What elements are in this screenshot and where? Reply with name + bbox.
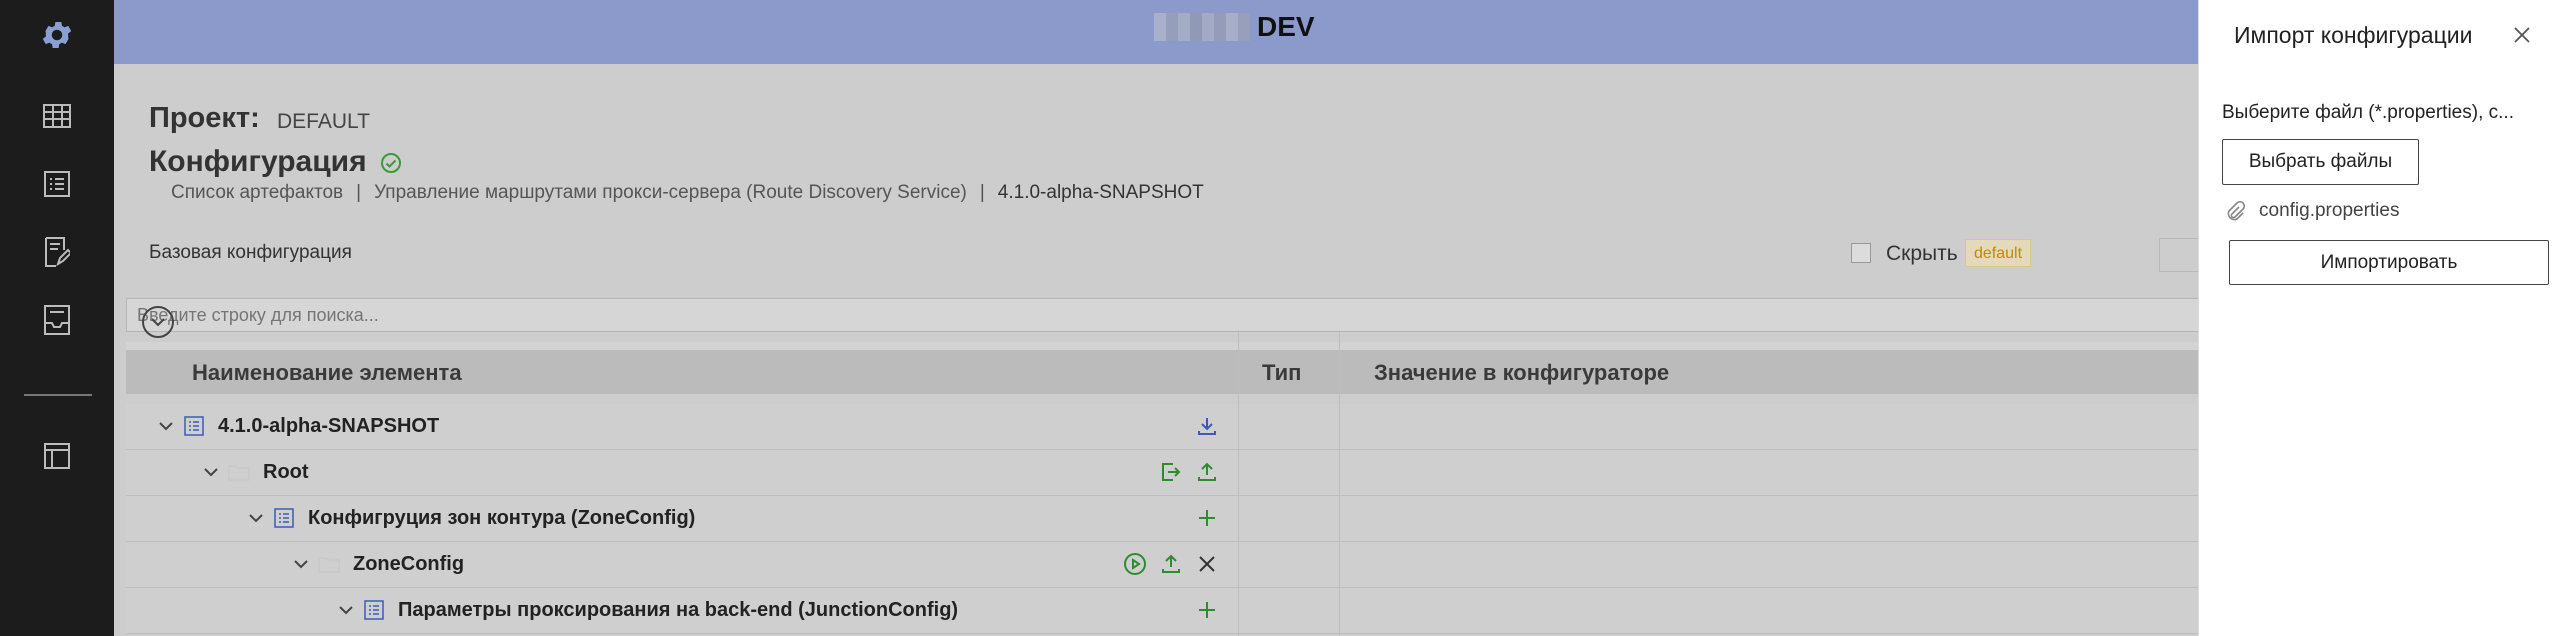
- row-label: 4.1.0-alpha-SNAPSHOT: [218, 415, 440, 437]
- breadcrumb-separator: |: [356, 182, 362, 203]
- row-label: ZoneConfig: [353, 553, 465, 575]
- table-row[interactable]: Конфигруция зон контура (ZoneConfig): [126, 496, 2198, 542]
- layout-icon[interactable]: [37, 436, 77, 476]
- breadcrumb-separator: |: [979, 182, 985, 203]
- column-divider: [1238, 330, 1239, 636]
- table-header: Наименование элемента Тип Значение в кон…: [126, 350, 2211, 394]
- column-header-name[interactable]: Наименование элемента: [192, 360, 462, 386]
- play-icon[interactable]: [1122, 551, 1148, 577]
- chevron-down-icon[interactable]: [246, 508, 266, 528]
- import-button[interactable]: Импортировать: [2229, 240, 2549, 285]
- selected-file-name: config.properties: [2259, 200, 2400, 221]
- list-icon: [362, 598, 386, 622]
- breadcrumb: Список артефактов | Управление маршрутами …: [171, 182, 1204, 204]
- list-icon: [182, 414, 206, 438]
- choose-files-button[interactable]: Выбрать файлы: [2222, 139, 2419, 185]
- column-header-type[interactable]: Тип: [1262, 360, 1301, 386]
- chevron-down-icon[interactable]: [156, 416, 176, 436]
- download-icon[interactable]: [1194, 413, 1220, 439]
- table-toolbar-strip: [126, 342, 2211, 350]
- folder-icon: [317, 552, 341, 576]
- table-icon[interactable]: [37, 96, 77, 136]
- close-icon[interactable]: [1194, 551, 1220, 577]
- sidebar: [0, 0, 114, 636]
- hide-label: Скрыть: [1886, 242, 1958, 265]
- base-config-label: Базовая конфигурация: [149, 242, 352, 263]
- blurred-app-name: [1154, 13, 1250, 41]
- gear-icon[interactable]: [37, 15, 77, 55]
- column-divider: [1339, 330, 1340, 636]
- export-icon[interactable]: [1158, 459, 1184, 485]
- import-config-panel: Импорт конфигурации Выберите файл (*.pro…: [2198, 0, 2555, 636]
- paperclip-icon: [2225, 200, 2246, 228]
- close-icon[interactable]: [2509, 22, 2535, 48]
- project-value: DEFAULT: [277, 110, 370, 133]
- row-label: Параметры проксирования на back-end (Jun…: [398, 599, 959, 621]
- project-label: Проект:: [149, 102, 260, 134]
- page-title: Конфигурация: [149, 145, 367, 178]
- folder-icon: [227, 460, 251, 484]
- table-row[interactable]: ZoneConfig: [126, 542, 2198, 588]
- chevron-down-icon[interactable]: [291, 554, 311, 574]
- row-label: Root: [263, 461, 309, 483]
- row-label: Конфигруция зон контура (ZoneConfig): [308, 507, 696, 529]
- breadcrumb-item-service[interactable]: Управление маршрутами прокси-сервера (Ro…: [374, 182, 967, 203]
- list-icon[interactable]: [37, 164, 77, 204]
- check-circle-icon: [380, 152, 402, 179]
- search-input[interactable]: [126, 298, 2211, 332]
- chevron-down-icon[interactable]: [201, 462, 221, 482]
- upload-icon[interactable]: [1158, 551, 1184, 577]
- upload-icon[interactable]: [1194, 459, 1220, 485]
- inbox-icon[interactable]: [37, 300, 77, 340]
- panel-title: Импорт конфигурации: [2234, 22, 2473, 48]
- table-row[interactable]: Параметры проксирования на back-end (Jun…: [126, 588, 2198, 634]
- panel-description: Выберите файл (*.properties), с...: [2222, 102, 2514, 123]
- hide-checkbox[interactable]: [1851, 243, 1871, 263]
- breadcrumb-item-version: 4.1.0-alpha-SNAPSHOT: [997, 182, 1204, 203]
- collapse-all-button[interactable]: [142, 306, 174, 338]
- plus-icon[interactable]: [1194, 597, 1220, 623]
- breadcrumb-item-artifacts[interactable]: Список артефактов: [171, 182, 343, 203]
- default-badge: default: [1965, 239, 2032, 267]
- table-row[interactable]: 4.1.0-alpha-SNAPSHOT: [126, 404, 2198, 450]
- document-edit-icon[interactable]: [37, 232, 77, 272]
- sidebar-divider: [24, 394, 92, 396]
- plus-icon[interactable]: [1194, 505, 1220, 531]
- column-header-value[interactable]: Значение в конфигураторе: [1374, 360, 1669, 386]
- list-icon: [272, 506, 296, 530]
- environment-label: DEV: [1257, 11, 1315, 42]
- chevron-down-icon[interactable]: [336, 600, 356, 620]
- table-row[interactable]: Root: [126, 450, 2198, 496]
